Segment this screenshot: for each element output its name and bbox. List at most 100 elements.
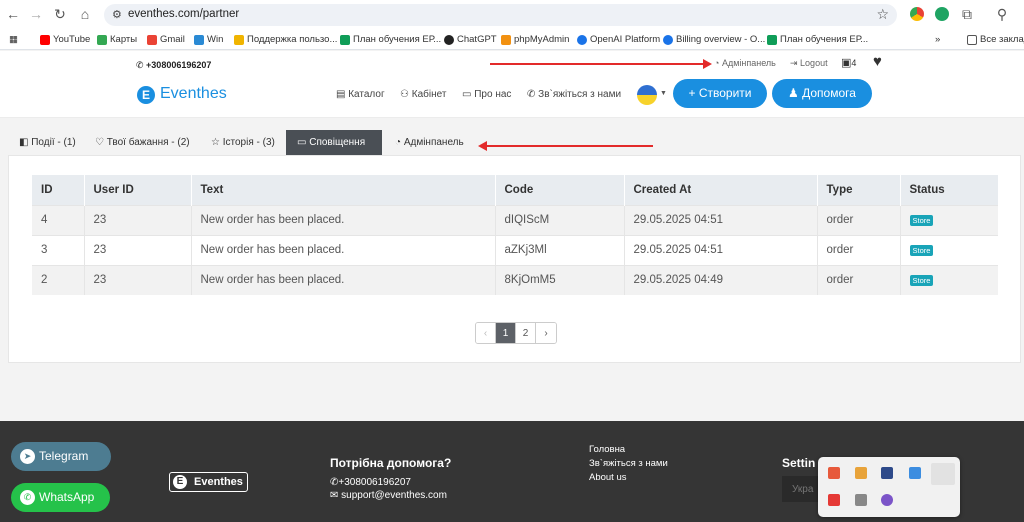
col-id[interactable]: ID [32,175,85,205]
topbar-phone[interactable]: ✆ +308006196207 [136,60,211,71]
col-status[interactable]: Status [900,175,998,205]
url-text: eventhes.com/partner [128,8,240,20]
cell-id: 3 [32,234,85,265]
security-tray-icon[interactable] [909,467,921,479]
col-code[interactable]: Code [495,175,625,205]
bookmark-support[interactable]: Поддержка пользо... [234,34,337,45]
site-info-icon[interactable]: ⚙ [112,8,122,21]
notifications-table: ID User ID Text Code Created At Type Sta… [32,175,998,295]
brave-tray-icon[interactable] [828,467,840,479]
reload-icon[interactable]: ↻ [51,6,69,23]
logo-icon[interactable]: E [137,86,155,104]
cell-type: order [817,204,901,235]
cell-created-at: 29.05.2025 04:49 [624,264,818,295]
calendar-icon[interactable]: ▣4 [841,56,856,69]
footer-link-contact[interactable]: Зв`яжіться з нами [589,458,668,469]
home-icon[interactable]: ⌂ [76,6,94,22]
bookmark-maps[interactable]: Карты [97,34,137,45]
annotation-arrow-top-head [703,59,712,69]
viber-tray-icon[interactable] [881,494,893,506]
extensions-puzzle-icon[interactable]: ⧉ [958,6,976,23]
page-next-button[interactable]: › [536,323,556,343]
language-flag-icon[interactable] [637,85,657,105]
profile-icon[interactable]: ⚲ [993,6,1011,23]
bookmark-plan-1[interactable]: План обучения ЕР... [340,34,441,45]
footer-logo-icon: E [173,475,187,489]
tab-history[interactable]: ☆ Історія - (3) [211,130,275,155]
bookmark-star-icon[interactable]: ☆ [876,6,889,23]
footer-help-title: Потрібна допомога? [330,456,452,470]
cell-type: order [817,234,901,265]
table-row: 4 23 New order has been placed. dIQIScM … [32,204,998,235]
telegram-icon: ➤ [20,449,35,464]
cell-user-id: 23 [84,204,192,235]
pen-tray-icon[interactable] [931,463,955,485]
cell-code: 8KjOmM5 [495,264,625,295]
all-bookmarks-folder[interactable]: Все заклад [967,34,1024,45]
create-button[interactable]: + Створити [673,79,767,108]
nav-catalog[interactable]: ▤ Каталог [336,89,385,100]
forward-icon[interactable]: → [27,6,45,22]
bookmark-plan-2[interactable]: План обучения ЕР... [767,34,868,45]
bookmark-win[interactable]: Win [194,34,223,45]
page-2-button[interactable]: 2 [516,323,536,343]
annotation-arrow-tab-head [478,141,487,151]
nav-about[interactable]: ▭ Про нас [462,89,511,100]
nav-cabinet[interactable]: ⚇ Кабінет [400,89,446,100]
page-prev-button[interactable]: ‹ [476,323,496,343]
nav-contact[interactable]: ✆ Зв`яжіться з нами [527,89,621,100]
tab-wishes[interactable]: ♡ Твої бажання - (2) [95,130,190,155]
bookmark-phpmyadmin[interactable]: phpMyAdmin [501,34,569,45]
bookmark-openai[interactable]: OpenAI Platform [577,34,660,45]
bookmark-gmail[interactable]: Gmail [147,34,185,45]
status-badge: Store [909,275,934,287]
pagination: ‹ 1 2 › [475,322,557,344]
footer-link-about[interactable]: About us [589,472,627,483]
language-caret-icon[interactable]: ▼ [660,90,667,97]
favorites-heart-icon[interactable]: ♥ [873,53,882,70]
tab-notifications[interactable]: ▭ Сповіщення [286,130,382,155]
logo-text[interactable]: Eventhes [160,85,227,103]
bookmark-billing[interactable]: Billing overview - O... [663,34,765,45]
admin-panel-link[interactable]: ◔ Адмінпанель [714,58,776,68]
annotation-arrow-top [490,63,705,65]
annotation-arrow-tab [486,145,653,147]
language-select[interactable] [782,476,822,502]
help-button[interactable]: ♟ Допомога [772,79,872,108]
whatsapp-button[interactable]: ✆ WhatsApp [11,483,110,512]
app-tray-icon[interactable] [855,467,867,479]
col-created-at[interactable]: Created At [624,175,818,205]
notifications-panel: ID User ID Text Code Created At Type Sta… [8,155,1021,363]
footer-phone[interactable]: ✆+308006196207 [330,477,411,488]
back-icon[interactable]: ← [4,6,22,22]
cell-created-at: 29.05.2025 04:51 [624,204,818,235]
footer-email[interactable]: ✉ support@eventhes.com [330,490,447,501]
cell-code: dIQIScM [495,204,625,235]
col-text[interactable]: Text [191,175,496,205]
anydesk-tray-icon[interactable] [828,494,840,506]
bookmark-youtube[interactable]: YouTube [40,34,90,45]
bookmark-chatgpt[interactable]: ChatGPT [444,34,497,45]
col-user-id[interactable]: User ID [84,175,192,205]
grammarly-icon[interactable] [935,7,949,21]
more-bookmarks-icon[interactable]: » [935,34,940,45]
tab-events[interactable]: ◧ Події - (1) [19,130,76,155]
tab-admin-panel[interactable]: ◔ Адмінпанель [395,130,464,155]
logout-link[interactable]: ⇥ Logout [790,58,828,69]
footer-settings-title: Settin [782,456,816,470]
page-1-button[interactable]: 1 [496,323,516,343]
col-type[interactable]: Type [817,175,901,205]
address-bar[interactable]: ⚙ eventhes.com/partner ☆ [104,4,897,26]
footer-logo[interactable]: E Eventhes [169,472,248,492]
cell-user-id: 23 [84,264,192,295]
whatsapp-icon: ✆ [20,490,35,505]
device-tray-icon[interactable] [855,494,867,506]
cell-created-at: 29.05.2025 04:51 [624,234,818,265]
extension-icon[interactable] [910,7,924,21]
footer-link-home[interactable]: Головна [589,444,625,455]
apps-grid-icon[interactable]: ▦ [9,34,18,45]
cell-id: 2 [32,264,85,295]
telegram-button[interactable]: ➤ Telegram [11,442,111,471]
bookmarks-bar: ▦ YouTube Карты Gmail Win Поддержка поль… [0,30,1024,50]
bluetooth-tray-icon[interactable] [881,467,893,479]
